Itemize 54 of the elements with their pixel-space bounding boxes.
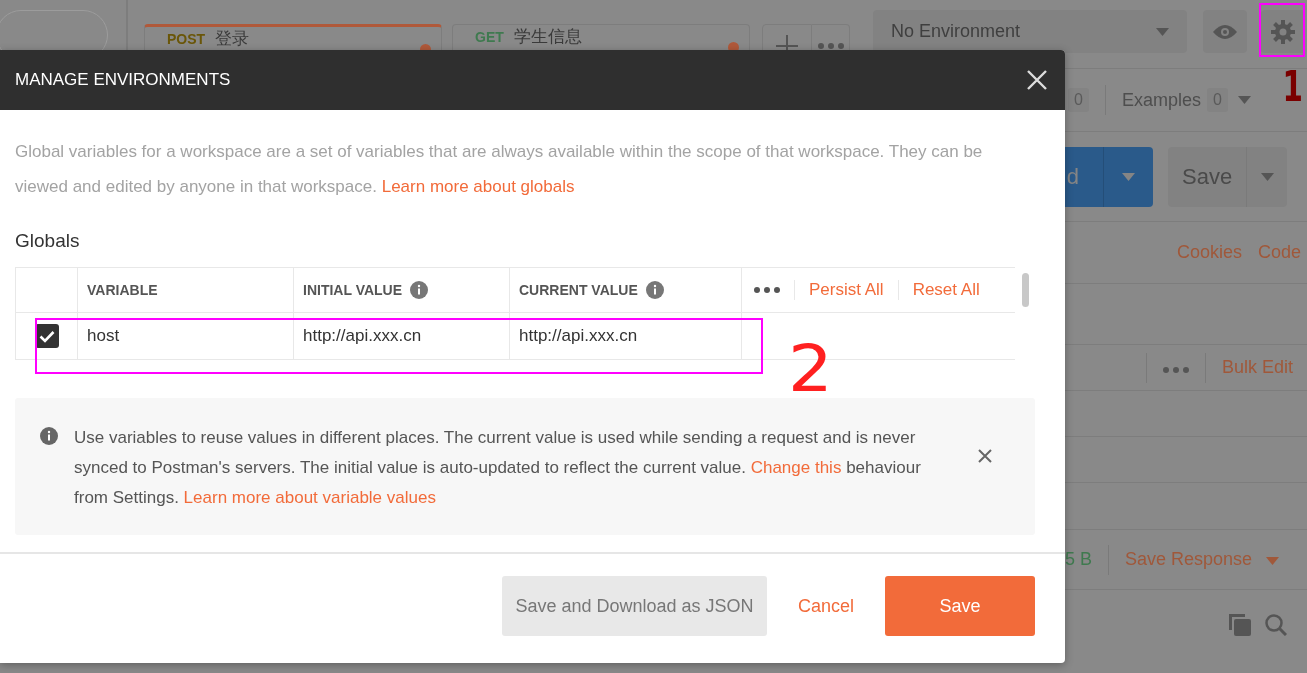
info-icon — [40, 427, 58, 445]
check-icon — [38, 329, 55, 343]
info-text: Use variables to reuse values in different places. The current value is used while sending a request and is never synced to Postman's servers. The initial value is auto-updated to reflect the current value. Change this behaviour from Settings. Learn more about variable values — [74, 427, 922, 509]
caret-icon — [1122, 172, 1135, 181]
annotation-label: 1 — [1282, 62, 1303, 111]
persist-all-link[interactable]: Persist All — [794, 280, 898, 300]
learn-more-link[interactable]: Learn more about globals — [381, 177, 575, 196]
link[interactable]: Cookies — [1176, 242, 1242, 263]
link[interactable]: Code — [1257, 242, 1301, 263]
environment-dropdown[interactable]: No Environment — [873, 10, 1187, 53]
initial-value-cell[interactable]: http://api.xxx.cn — [303, 326, 422, 346]
settings-button[interactable] — [1261, 10, 1305, 53]
section-heading: Globals — [15, 230, 81, 252]
learn-more-link[interactable]: Learn more about variable values — [183, 488, 436, 507]
method-label: POST — [167, 30, 206, 48]
column-header: CURRENT VALUE — [519, 282, 638, 298]
close-button[interactable] — [1027, 70, 1047, 90]
response-size: 5 B — [1065, 549, 1093, 570]
dismiss-button[interactable] — [978, 449, 992, 463]
search-icon[interactable] — [1265, 614, 1287, 636]
info-icon — [410, 281, 429, 299]
annotation-label: 2 — [787, 332, 833, 406]
column-header: VARIABLE — [87, 282, 158, 298]
save-response-button[interactable]: Save Response — [1125, 549, 1253, 570]
highlight-frame — [1259, 3, 1305, 57]
eye-icon — [1213, 24, 1237, 39]
checkbox[interactable] — [34, 324, 59, 348]
caret-icon — [1156, 27, 1169, 36]
info-icon — [645, 281, 664, 299]
eye-button[interactable] — [1203, 10, 1247, 53]
close-icon — [1027, 70, 1047, 90]
cancel-button[interactable]: Cancel — [784, 576, 868, 636]
caret-icon — [1261, 172, 1275, 181]
change-link[interactable]: Change this — [750, 458, 842, 477]
current-value-cell[interactable]: http://api.xxx.cn — [519, 326, 638, 346]
tab-title: 学生信息 — [513, 28, 583, 46]
copy-icon[interactable] — [1229, 614, 1251, 636]
variable-cell[interactable]: host — [87, 326, 120, 346]
bulk-edit-link[interactable]: Bulk Edit — [1221, 357, 1293, 378]
save-button[interactable]: Save — [1168, 146, 1287, 207]
download-button[interactable]: Save and Download as JSON — [502, 576, 767, 636]
description-text: Global variables for a workspace are a set of variables that are always available within the scope of that workspace. They can be viewed and edited by anyone in that workspace. Learn more about globals — [15, 141, 984, 198]
caret-icon — [1266, 556, 1280, 565]
more-icon[interactable] — [754, 287, 780, 293]
caret-icon — [1237, 96, 1251, 104]
settings-icon — [1271, 19, 1295, 44]
method-label: GET — [475, 28, 504, 46]
tab-title: 登录 — [215, 30, 251, 48]
column-header: INITIAL VALUE — [303, 282, 403, 298]
close-icon — [978, 449, 992, 463]
examples-tab[interactable]: Examples — [1121, 89, 1201, 111]
save-button[interactable]: Save — [885, 576, 1035, 636]
scrollbar-thumb[interactable] — [1022, 273, 1029, 307]
reset-all-link[interactable]: Reset All — [897, 280, 994, 300]
